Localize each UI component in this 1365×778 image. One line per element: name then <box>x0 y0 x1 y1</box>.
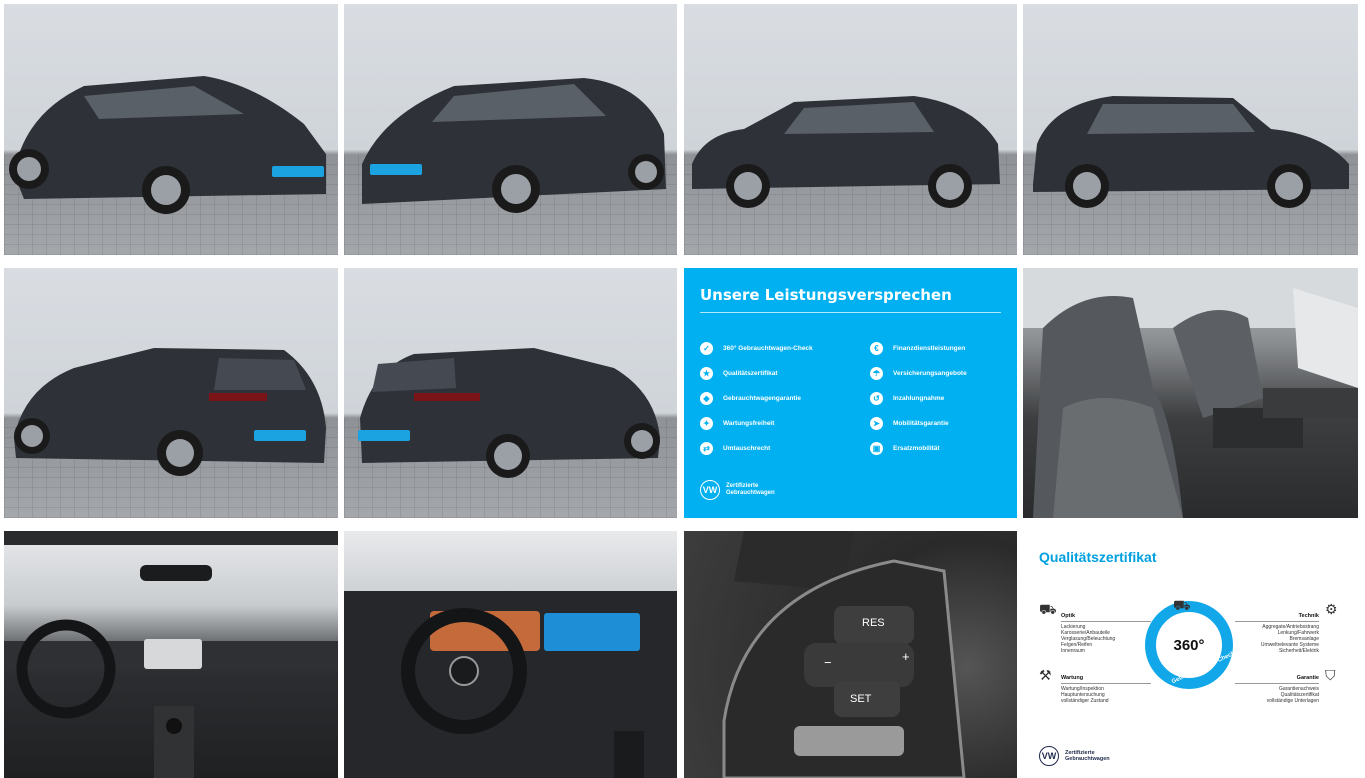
photo-front-seats[interactable] <box>1023 268 1358 518</box>
cockpit-image <box>344 591 677 778</box>
certificate-title: Qualitätszertifikat <box>1039 549 1157 565</box>
garantie-title: Garantie <box>1235 675 1319 684</box>
check-icon: ✓ <box>700 342 713 355</box>
promo-item-label: 360° Gebrauchtwagen-Check <box>723 345 813 352</box>
dashboard-image <box>4 531 338 778</box>
car-icon: ▣ <box>870 442 883 455</box>
promo-item: ✓ 360° Gebrauchtwagen-Check <box>700 336 813 361</box>
photo-steering-wheel-buttons[interactable]: RES SET − + <box>684 531 1017 778</box>
photo-rear-left-exterior[interactable] <box>4 268 338 518</box>
wrench-icon: ✦ <box>700 417 713 430</box>
promo-item-label: Mobilitätsgarantie <box>893 420 949 427</box>
garantie-section: Garantie Garantienachweis Qualitätszerti… <box>1235 675 1319 704</box>
insurance-icon: ☂ <box>870 367 883 380</box>
car-image <box>692 96 1000 208</box>
promo-item: ↺ Inzahlungnahme <box>870 386 967 411</box>
photo-steering-wheel-cockpit[interactable] <box>344 531 677 778</box>
promo-item-label: Gebrauchtwagengarantie <box>723 395 802 402</box>
brand-line-2: Gebrauchtwagen <box>1065 756 1110 762</box>
seats-image <box>1023 268 1358 518</box>
promo-item: ✦ Wartungsfreiheit <box>700 411 813 436</box>
car-image <box>362 78 666 213</box>
photo-left-side-exterior[interactable] <box>684 4 1017 255</box>
optik-title: Optik <box>1061 613 1151 622</box>
vw-logo-icon: VW <box>1039 746 1059 766</box>
promo-item: ◆ Gebrauchtwagengarantie <box>700 386 813 411</box>
dealer-badge <box>370 164 422 175</box>
mobility-icon: ➤ <box>870 417 883 430</box>
certificate-brand: VW Zertifizierte Gebrauchtwagen <box>1039 746 1110 766</box>
car-image <box>9 76 326 214</box>
photo-right-side-exterior[interactable] <box>1023 4 1358 255</box>
optik-section: Optik Lackierung Karosserie/Anbauteile V… <box>1061 613 1151 654</box>
plus-button-label: + <box>902 649 910 664</box>
car-icon: ⛟ <box>1173 597 1191 613</box>
promo-item-label: Versicherungsangebote <box>893 370 967 377</box>
dealer-badge <box>254 430 306 441</box>
optik-icon: ⛟ <box>1039 601 1057 617</box>
finance-icon: € <box>870 342 883 355</box>
technik-item: Sicherheit/Elektrik <box>1278 648 1319 654</box>
promo-item-label: Umtauschrecht <box>723 445 771 452</box>
trade-in-icon: ↺ <box>870 392 883 405</box>
technik-title: Technik <box>1235 613 1319 622</box>
promo-item: ★ Qualitätszertifikat <box>700 361 813 386</box>
brand-line-1: Zertifizierte <box>726 483 759 489</box>
photo-dashboard-overview[interactable] <box>4 531 338 778</box>
vw-logo-icon: VW <box>700 480 720 500</box>
promo-right-list: € Finanzdienstleistungen ☂ Versicherungsan… <box>870 336 967 461</box>
photo-front-right-exterior[interactable] <box>344 4 677 255</box>
wartung-item: vollständiger Zustand <box>1061 698 1109 704</box>
certificate-icon: ★ <box>700 367 713 380</box>
brand-line-2: Gebrauchtwagen <box>726 490 775 496</box>
set-button-label: SET <box>850 693 872 705</box>
dealer-badge <box>358 430 410 441</box>
car-image <box>360 348 660 478</box>
garantie-icon: ⛉ <box>1325 667 1336 683</box>
promo-item-label: Qualitätszertifikat <box>723 370 778 377</box>
promo-brand: VW Zertifizierte Gebrauchtwagen <box>700 480 775 500</box>
promo-leistungsversprechen[interactable]: Unsere Leistungsversprechen ✓ 360° Gebrau… <box>684 268 1017 518</box>
qualitaetszertifikat-card[interactable]: Qualitätszertifikat 360° Gebrauchtwagen-… <box>1023 531 1358 778</box>
promo-item: ⇄ Umtauschrecht <box>700 436 813 461</box>
wheel-controls-image <box>722 531 966 778</box>
promo-item-label: Ersatzmobilität <box>893 445 940 452</box>
promo-item: € Finanzdienstleistungen <box>870 336 967 361</box>
ring-value: 360° <box>1173 636 1205 654</box>
wartung-icon: ⚒ <box>1039 667 1052 683</box>
photo-front-left-exterior[interactable] <box>4 4 338 255</box>
promo-item: ☂ Versicherungsangebote <box>870 361 967 386</box>
garantie-item: vollständige Unterlagen <box>1266 698 1319 704</box>
promo-item: ▣ Ersatzmobilität <box>870 436 967 461</box>
minus-button-label: − <box>824 655 832 670</box>
photo-rear-right-exterior[interactable] <box>344 268 677 518</box>
optik-item: Innenraum <box>1061 648 1085 654</box>
promo-title: Unsere Leistungsversprechen <box>700 286 952 304</box>
promo-item: ➤ Mobilitätsgarantie <box>870 411 967 436</box>
promo-item-label: Finanzdienstleistungen <box>893 345 966 352</box>
car-image <box>1033 96 1349 208</box>
exchange-icon: ⇄ <box>700 442 713 455</box>
photo-gallery: Unsere Leistungsversprechen ✓ 360° Gebrau… <box>0 0 1365 778</box>
technik-icon: ⚙ <box>1325 601 1338 617</box>
wartung-title: Wartung <box>1061 675 1151 684</box>
dealer-badge <box>272 166 324 177</box>
car-image <box>14 348 326 476</box>
res-button-label: RES <box>862 617 885 629</box>
promo-divider <box>700 312 1001 313</box>
promo-item-label: Inzahlungnahme <box>893 395 945 402</box>
promo-item-label: Wartungsfreiheit <box>723 420 775 427</box>
wartung-section: Wartung Wartung/Inspektion Hauptuntersuc… <box>1061 675 1151 704</box>
shield-icon: ◆ <box>700 392 713 405</box>
promo-left-list: ✓ 360° Gebrauchtwagen-Check ★ Qualitätszer… <box>700 336 813 461</box>
technik-section: Technik Aggregate/Antriebsstrang Lenkung… <box>1235 613 1319 654</box>
